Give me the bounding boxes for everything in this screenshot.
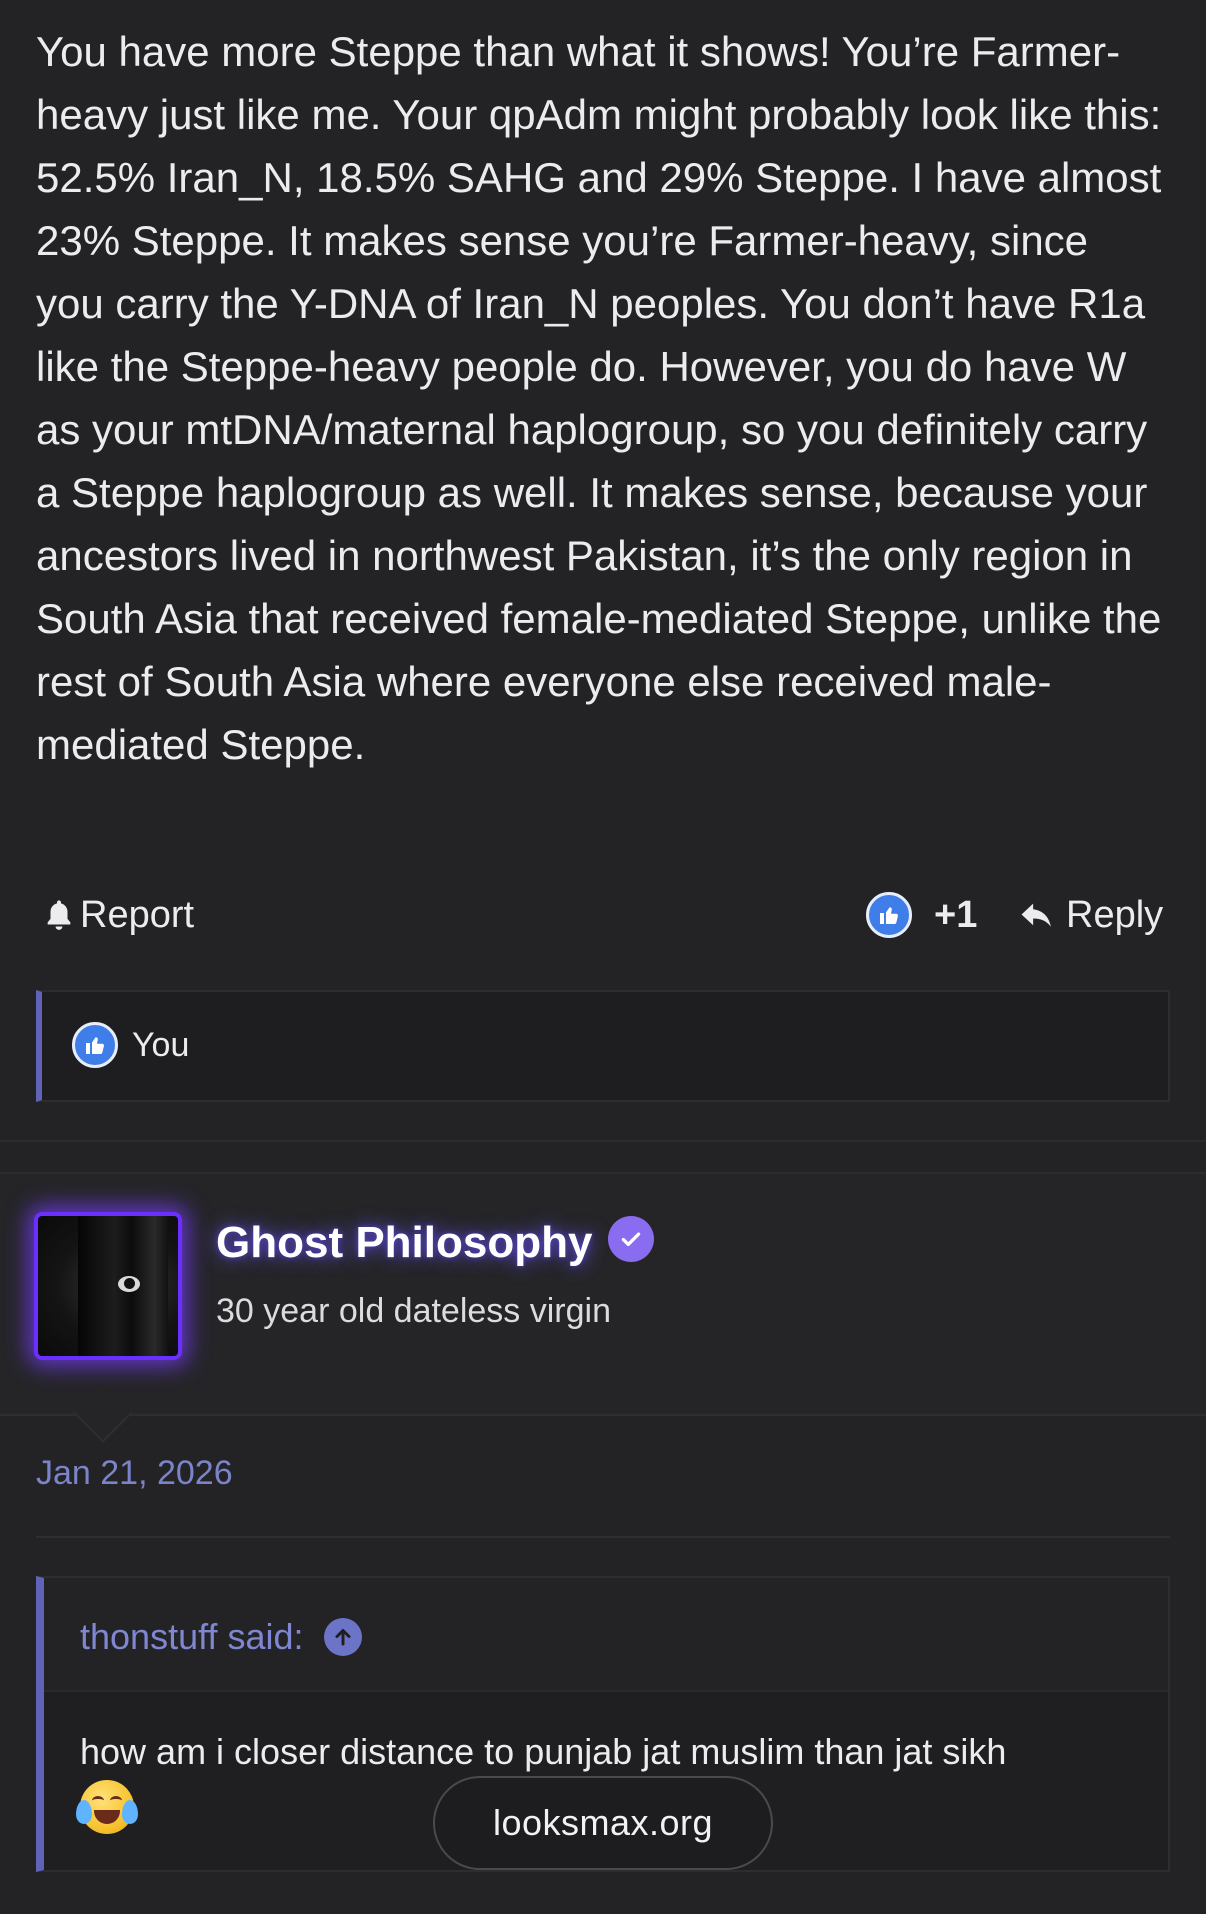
quote-header: thonstuff said: xyxy=(44,1578,1168,1692)
quote-body: how am i closer distance to punjab jat m… xyxy=(80,1731,1007,1772)
crying-laughing-emoji-icon xyxy=(76,1780,138,1835)
quote-author-link[interactable]: thonstuff said: xyxy=(80,1616,362,1658)
post-date-link[interactable]: Jan 21, 2026 xyxy=(36,1454,233,1493)
post-actions-bar: Report +1 Reply xyxy=(0,880,1206,952)
thumbs-up-icon xyxy=(866,892,912,938)
bell-icon xyxy=(47,899,71,930)
report-label: Report xyxy=(80,894,195,936)
report-button[interactable]: Report xyxy=(42,894,194,937)
username-link[interactable]: Ghost Philosophy xyxy=(216,1218,592,1268)
reply-label: Reply xyxy=(1066,894,1164,936)
post-separator xyxy=(0,1140,1206,1142)
thumbs-up-icon xyxy=(72,1022,118,1068)
reply-arrow-icon xyxy=(1021,903,1051,927)
like-count-label: +1 xyxy=(934,893,978,936)
user-title: 30 year old dateless virgin xyxy=(216,1292,612,1330)
avatar[interactable] xyxy=(34,1212,182,1360)
liked-by-text: You xyxy=(132,1025,190,1064)
post-author-header: Ghost Philosophy 30 year old dateless vi… xyxy=(0,1172,1206,1416)
quote-author-text: thonstuff said: xyxy=(80,1616,304,1657)
reply-button[interactable]: Reply xyxy=(1018,894,1163,937)
post-body-text: You have more Steppe than what it shows!… xyxy=(36,28,1162,768)
reactions-summary[interactable]: You xyxy=(36,990,1170,1102)
date-divider xyxy=(36,1536,1170,1538)
verified-check-icon xyxy=(608,1216,655,1262)
like-button[interactable]: +1 xyxy=(866,892,977,938)
forum-thread-page: You have more Steppe than what it shows!… xyxy=(0,0,1206,1914)
arrow-up-circle-icon[interactable] xyxy=(323,1618,362,1656)
site-url-badge[interactable]: looksmax.org xyxy=(433,1776,773,1870)
